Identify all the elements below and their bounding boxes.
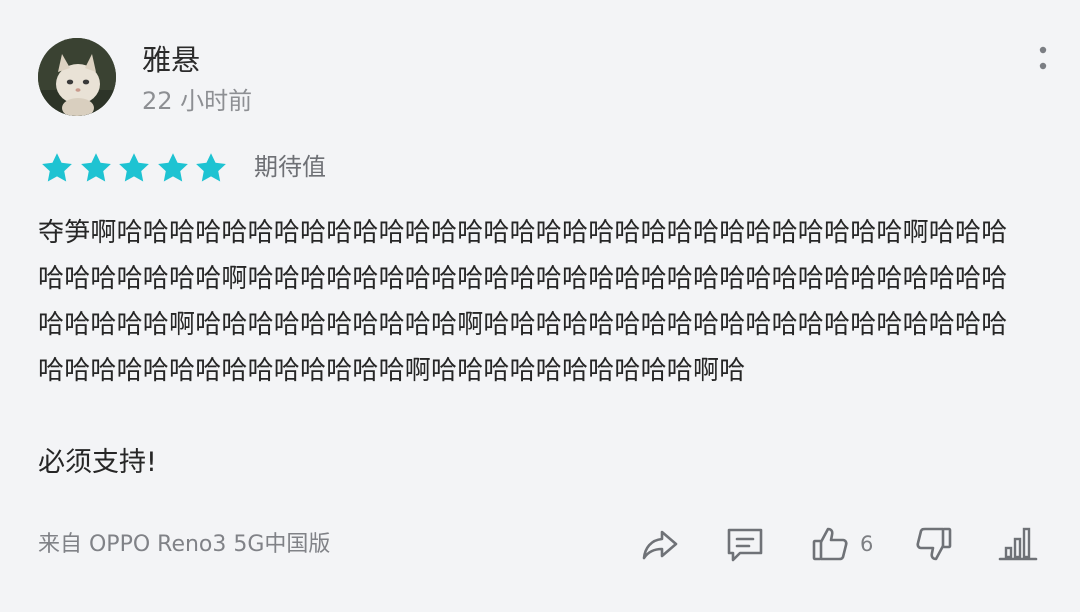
- thumbs-down-icon: [916, 527, 952, 561]
- review-body: 夺笋啊哈哈哈哈哈哈哈哈哈哈哈哈哈哈哈哈哈哈哈哈哈哈哈哈哈哈哈哈哈哈啊哈哈哈哈哈哈…: [38, 218, 1008, 386]
- thumbs-up-icon: [812, 527, 848, 561]
- rating-label: 期待值: [254, 153, 326, 181]
- star-icon: [196, 153, 226, 182]
- stats-button[interactable]: [998, 524, 1038, 564]
- share-button[interactable]: [640, 524, 680, 564]
- more-options-button[interactable]: [1028, 42, 1058, 76]
- dislike-button[interactable]: [914, 524, 954, 564]
- cat-avatar-image: [38, 38, 116, 116]
- review-timestamp: 22 小时前: [142, 87, 253, 115]
- star-icon: [80, 153, 111, 182]
- star-rating: [40, 148, 233, 188]
- avatar[interactable]: [38, 38, 116, 116]
- review-body-extra: 必须支持!: [38, 447, 157, 478]
- like-count: 6: [860, 532, 874, 556]
- star-icon: [42, 153, 72, 182]
- star-icon: [157, 153, 188, 182]
- comment-button[interactable]: [725, 524, 765, 564]
- device-info: 来自 OPPO Reno3 5G中国版: [38, 532, 331, 557]
- share-icon: [642, 530, 678, 560]
- comment-icon: [727, 528, 763, 562]
- more-vertical-icon: [1039, 46, 1047, 70]
- like-button[interactable]: 6: [810, 524, 873, 564]
- star-icon: [119, 153, 149, 182]
- bar-chart-icon: [998, 527, 1038, 561]
- username[interactable]: 雅悬: [142, 40, 200, 80]
